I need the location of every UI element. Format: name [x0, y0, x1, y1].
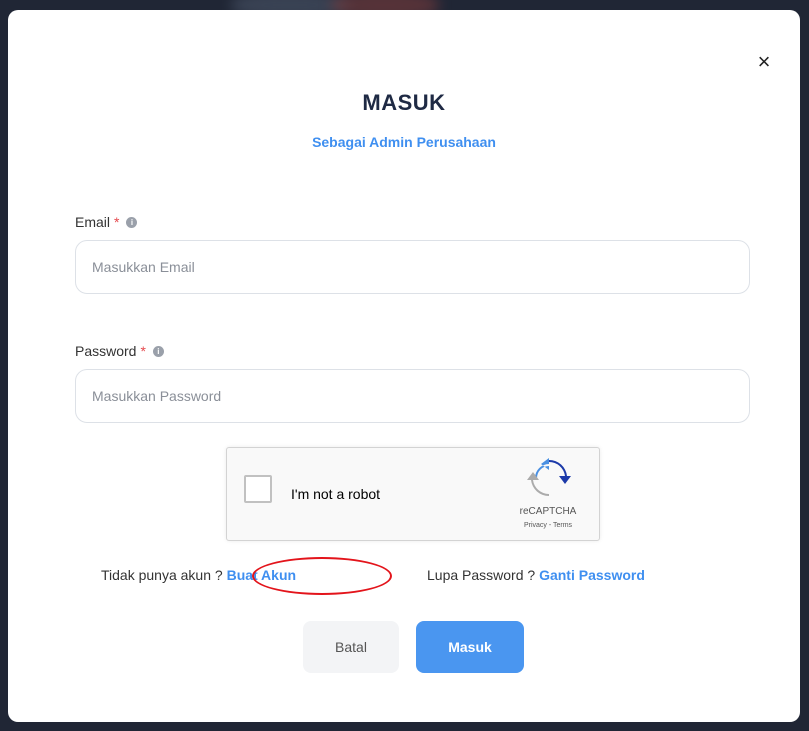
login-modal: × MASUK Sebagai Admin Perusahaan Email *…: [8, 10, 800, 722]
close-icon[interactable]: ×: [754, 50, 774, 74]
recaptcha-brand: reCAPTCHA: [519, 506, 577, 517]
create-account-link[interactable]: Buat Akun: [227, 567, 296, 583]
no-account-text: Tidak punya akun ?: [101, 567, 223, 583]
change-password-link[interactable]: Ganti Password: [539, 567, 645, 583]
cancel-button[interactable]: Batal: [303, 621, 399, 673]
recaptcha-checkbox[interactable]: [244, 475, 272, 503]
email-input[interactable]: [75, 240, 750, 294]
info-icon[interactable]: i: [126, 216, 138, 228]
password-label: Password * i: [75, 343, 164, 359]
recaptcha-widget: I'm not a robot reCAPTCHA Privacy - Term…: [226, 447, 600, 541]
recaptcha-label: I'm not a robot: [291, 486, 381, 502]
email-label: Email * i: [75, 214, 138, 230]
password-label-text: Password: [75, 343, 137, 359]
forgot-password-text: Lupa Password ?: [427, 567, 536, 583]
required-mark: *: [114, 214, 120, 230]
password-input[interactable]: [75, 369, 750, 423]
forgot-password-row: Lupa Password ? Ganti Password: [427, 567, 645, 583]
modal-subtitle: Sebagai Admin Perusahaan: [312, 134, 496, 150]
modal-title: MASUK: [362, 90, 446, 115]
required-mark: *: [140, 343, 146, 359]
recaptcha-terms[interactable]: Privacy - Terms: [503, 522, 593, 529]
no-account-row: Tidak punya akun ? Buat Akun: [101, 567, 296, 583]
email-label-text: Email: [75, 214, 111, 230]
info-icon[interactable]: i: [152, 345, 164, 357]
recaptcha-logo-icon: [527, 458, 571, 497]
login-button[interactable]: Masuk: [416, 621, 524, 673]
